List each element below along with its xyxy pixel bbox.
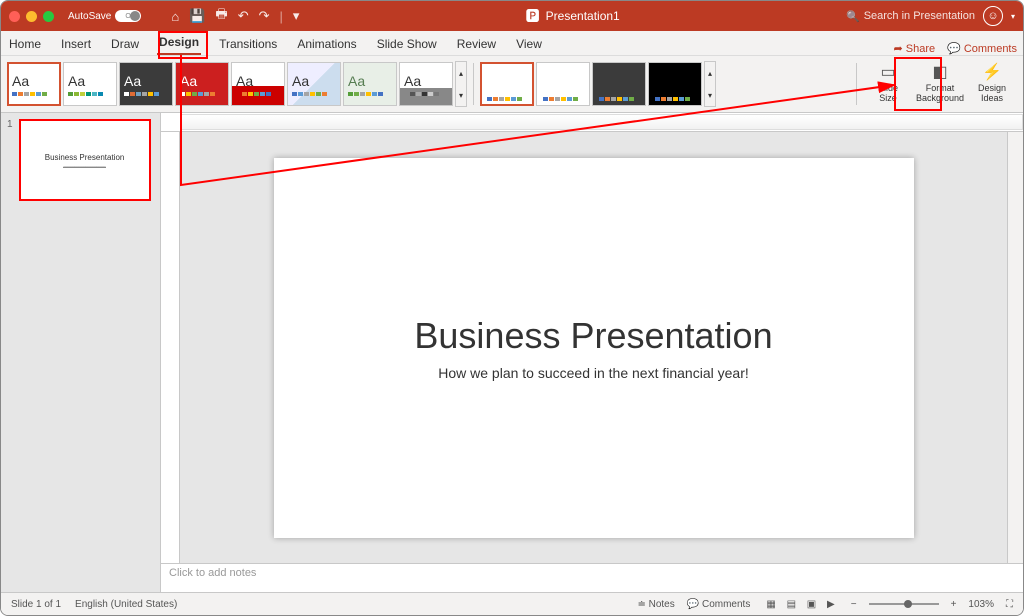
variant-1[interactable] <box>480 62 534 106</box>
search-placeholder: Search in Presentation <box>864 10 975 22</box>
redo-icon[interactable]: ↷ <box>259 8 270 24</box>
qat-more-icon[interactable]: ▾ <box>293 8 300 24</box>
autosave-state: OFF <box>125 13 139 20</box>
app-window: AutoSave OFF ⌂ 💾 🖶 ↶ ↷ | ▾ 🅿 Presentatio… <box>0 0 1024 616</box>
variant-2[interactable] <box>536 62 590 106</box>
horizontal-ruler[interactable] <box>161 113 1023 132</box>
app-logo-icon: 🅿 <box>526 6 540 26</box>
variant-3[interactable] <box>592 62 646 106</box>
notes-toggle[interactable]: ≐ Notes <box>637 599 674 610</box>
user-menu[interactable]: ☺ <box>983 6 1003 26</box>
normal-view-icon[interactable]: ▦ <box>762 599 779 610</box>
sorter-view-icon[interactable]: ▤ <box>783 599 800 610</box>
theme-office[interactable]: Aa <box>7 62 61 106</box>
variants-more-button[interactable]: ▴▾ <box>704 61 716 107</box>
slideshow-view-icon[interactable]: ▶ <box>823 599 839 610</box>
tab-draw[interactable]: Draw <box>109 33 141 55</box>
quick-access-toolbar: ⌂ 💾 🖶 ↶ ↷ | ▾ <box>171 5 299 27</box>
ribbon-content: Aa Aa Aa Aa Aa Aa Aa Aa <box>1 56 1023 113</box>
slide-editor-area: Business Presentation How we plan to suc… <box>161 113 1023 592</box>
language-indicator[interactable]: English (United States) <box>75 599 177 610</box>
tab-insert[interactable]: Insert <box>59 33 93 55</box>
theme-5[interactable]: Aa <box>231 62 285 106</box>
zoom-in-button[interactable]: + <box>951 599 957 610</box>
design-ideas-button[interactable]: ⚡ Design Ideas <box>967 62 1017 106</box>
slide-thumbnail-panel: 1 Business Presentation ________________… <box>1 113 161 592</box>
zoom-slider[interactable] <box>869 603 939 605</box>
share-icon: ➦ <box>894 42 903 55</box>
autosave-label: AutoSave <box>68 11 111 22</box>
comment-icon: 💬 <box>947 42 961 55</box>
window-controls <box>9 11 54 22</box>
comments-button[interactable]: 💬 Comments <box>947 42 1017 55</box>
user-menu-chevron-icon[interactable]: ▾ <box>1011 12 1015 21</box>
zoom-percent[interactable]: 103% <box>968 599 994 610</box>
autosave-toggle[interactable]: AutoSave OFF <box>68 10 159 22</box>
theme-3[interactable]: Aa <box>119 62 173 106</box>
tab-slideshow[interactable]: Slide Show <box>375 33 439 55</box>
slide-canvas-container[interactable]: Business Presentation How we plan to suc… <box>180 132 1007 563</box>
zoom-out-button[interactable]: − <box>851 599 857 610</box>
tab-home[interactable]: Home <box>7 33 43 55</box>
save-icon[interactable]: 💾 <box>189 8 205 24</box>
slide-size-button[interactable]: ▭ Slide Size <box>863 62 913 106</box>
notes-placeholder: Click to add notes <box>169 567 256 579</box>
workspace: 1 Business Presentation ________________… <box>1 113 1023 592</box>
view-buttons: ▦ ▤ ▣ ▶ <box>762 599 838 610</box>
slide-thumbnail-1[interactable]: Business Presentation __________________… <box>19 119 151 201</box>
theme-4[interactable]: Aa <box>175 62 229 106</box>
themes-more-button[interactable]: ▴▾ <box>455 61 467 107</box>
status-bar: Slide 1 of 1 English (United States) ≐ N… <box>1 592 1023 615</box>
slide-canvas[interactable]: Business Presentation How we plan to suc… <box>274 158 914 538</box>
reading-view-icon[interactable]: ▣ <box>803 599 820 610</box>
share-button[interactable]: ➦ Share <box>894 42 936 55</box>
tab-view[interactable]: View <box>514 33 544 55</box>
fit-to-window-icon[interactable]: ⛶ <box>1006 599 1013 610</box>
tab-review[interactable]: Review <box>455 33 498 55</box>
design-ideas-icon: ⚡ <box>982 64 1002 82</box>
notes-pane[interactable]: Click to add notes <box>161 563 1023 592</box>
tab-design[interactable]: Design <box>157 31 201 55</box>
titlebar: AutoSave OFF ⌂ 💾 🖶 ↶ ↷ | ▾ 🅿 Presentatio… <box>1 1 1023 31</box>
format-background-icon: ◧ <box>932 64 947 82</box>
tab-animations[interactable]: Animations <box>295 33 358 55</box>
search-icon: 🔍 <box>846 10 860 23</box>
theme-8[interactable]: Aa <box>399 62 453 106</box>
variant-4[interactable] <box>648 62 702 106</box>
maximize-button[interactable] <box>43 11 54 22</box>
theme-6[interactable]: Aa <box>287 62 341 106</box>
thumb-number: 1 <box>7 119 13 201</box>
slide-counter: Slide 1 of 1 <box>11 599 61 610</box>
home-icon[interactable]: ⌂ <box>171 9 179 24</box>
close-button[interactable] <box>9 11 20 22</box>
theme-2[interactable]: Aa <box>63 62 117 106</box>
format-background-button[interactable]: ◧ Format Background <box>915 62 965 106</box>
ribbon-tabs: Home Insert Draw Design Transitions Anim… <box>1 31 1023 56</box>
search-box[interactable]: 🔍 Search in Presentation <box>846 10 975 23</box>
minimize-button[interactable] <box>26 11 37 22</box>
comments-toggle[interactable]: 💬 Comments <box>687 599 751 610</box>
slide-subtitle[interactable]: How we plan to succeed in the next finan… <box>438 365 749 381</box>
slide-title[interactable]: Business Presentation <box>414 315 772 357</box>
vertical-ruler[interactable] <box>161 132 180 563</box>
tab-transitions[interactable]: Transitions <box>217 33 279 55</box>
vertical-scrollbar[interactable] <box>1007 132 1023 563</box>
theme-7[interactable]: Aa <box>343 62 397 106</box>
slide-size-icon: ▭ <box>880 64 895 82</box>
print-icon[interactable]: 🖶 <box>215 5 227 27</box>
undo-icon[interactable]: ↶ <box>238 8 249 24</box>
document-title: Presentation1 <box>546 9 620 23</box>
